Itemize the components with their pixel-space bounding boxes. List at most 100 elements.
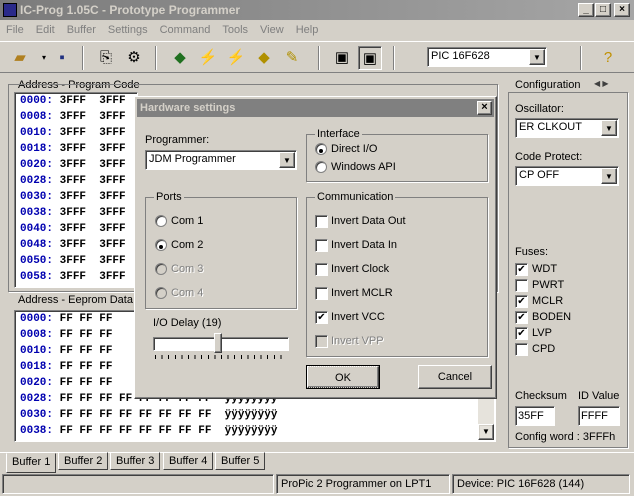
io-delay-label: I/O Delay (19): [153, 317, 222, 329]
oscillator-select[interactable]: ER CLKOUT ▼: [515, 118, 619, 138]
row-values: FF FF FF FF FF FF FF FF ÿÿÿÿÿÿÿÿ: [59, 425, 278, 437]
code-protect-select[interactable]: CP OFF ▼: [515, 166, 619, 186]
tab-buffer-4[interactable]: Buffer 4: [163, 452, 214, 470]
port-radio[interactable]: [155, 287, 167, 299]
comm-label: Invert Data In: [331, 239, 398, 251]
verify-icon[interactable]: ◆: [252, 46, 276, 70]
row-address: 0040:: [20, 223, 54, 235]
read-icon[interactable]: ◆: [168, 46, 192, 70]
config-arrows-icon[interactable]: ◀ ▶: [594, 79, 609, 88]
ports-group: Ports: [145, 191, 297, 309]
row-address: 0058:: [20, 271, 54, 283]
comm-checkbox[interactable]: [315, 215, 328, 228]
row-values: 3FFF 3FFF: [59, 175, 126, 187]
fuse-label: CPD: [532, 343, 556, 355]
maximize-button[interactable]: □: [595, 3, 611, 17]
row-address: 0008:: [20, 329, 54, 341]
port-radio[interactable]: [155, 263, 167, 275]
program-code-grid[interactable]: 0000: 3FFF 3FFF 0008: 3FFF 3FFF 0010: 3FFF…: [14, 92, 138, 288]
port-label: Com 3: [171, 263, 204, 275]
row-address: 0038:: [20, 425, 54, 437]
interface-radio[interactable]: [315, 161, 327, 173]
fuse-checkbox[interactable]: [515, 279, 528, 292]
comm-checkbox[interactable]: [315, 287, 328, 300]
cancel-button[interactable]: Cancel: [418, 365, 492, 389]
ok-button[interactable]: OK: [306, 365, 380, 389]
erase-icon[interactable]: ⚡: [224, 46, 248, 70]
tab-buffer-5[interactable]: Buffer 5: [215, 452, 266, 470]
close-button[interactable]: ×: [614, 3, 630, 17]
menu-edit[interactable]: Edit: [30, 20, 61, 40]
view-hex-icon[interactable]: ▣: [358, 46, 382, 70]
menu-command[interactable]: Command: [154, 20, 217, 40]
comm-checkbox[interactable]: [315, 239, 328, 252]
menu-buffer[interactable]: Buffer: [61, 20, 102, 40]
port-radio[interactable]: [155, 215, 167, 227]
row-address: 0038:: [20, 207, 54, 219]
menu-file[interactable]: File: [0, 20, 30, 40]
row-address: 0008:: [20, 111, 54, 123]
hex-row: 0050: 3FFF 3FFF: [15, 253, 137, 269]
row-values: 3FFF 3FFF: [59, 95, 126, 107]
dialog-close-button[interactable]: ×: [477, 101, 492, 115]
comm-label: Invert VPP: [331, 335, 384, 347]
fuse-label: LVP: [532, 327, 552, 339]
config-word: Config word : 3FFFh: [515, 431, 616, 443]
tab-buffer-3[interactable]: Buffer 3: [110, 452, 161, 470]
hex-row: 0038: 3FFF 3FFF: [15, 205, 137, 221]
status-device: Device: PIC 16F628 (144): [452, 474, 630, 494]
blank-check-icon[interactable]: ✎: [280, 46, 304, 70]
menu-help[interactable]: Help: [290, 20, 325, 40]
buffer-icon[interactable]: ⎘: [94, 46, 118, 70]
id-value-label: ID Value: [578, 390, 620, 402]
id-value-field[interactable]: FFFF: [578, 406, 620, 426]
save-icon[interactable]: ▪: [50, 46, 74, 70]
menu-view[interactable]: View: [254, 20, 290, 40]
row-address: 0050:: [20, 255, 54, 267]
io-delay-thumb[interactable]: [214, 333, 222, 353]
chevron-down-icon[interactable]: ▼: [279, 152, 295, 168]
comm-label: Invert VCC: [331, 311, 385, 323]
tab-buffer-1[interactable]: Buffer 1: [6, 453, 57, 473]
chevron-down-icon[interactable]: ▼: [601, 168, 617, 184]
fuses-label: Fuses:: [515, 246, 549, 258]
row-address: 0010:: [20, 127, 54, 139]
interface-radio[interactable]: [315, 143, 327, 155]
comm-checkbox[interactable]: [315, 263, 328, 276]
row-values: 3FFF 3FFF: [59, 143, 126, 155]
toolbar-separator: [82, 46, 84, 70]
device-select[interactable]: PIC 16F628 ▼: [427, 47, 547, 67]
comm-checkbox[interactable]: [315, 335, 328, 348]
menu-bar: File Edit Buffer Settings Command Tools View He…: [0, 20, 634, 40]
open-file-icon[interactable]: ▰: [8, 46, 32, 70]
menu-settings[interactable]: Settings: [102, 20, 154, 40]
programmer-select[interactable]: JDM Programmer ▼: [145, 150, 297, 170]
chevron-down-icon[interactable]: ▼: [529, 49, 545, 65]
fuse-checkbox[interactable]: ✔: [515, 263, 528, 276]
scroll-down-icon[interactable]: ▼: [478, 424, 494, 440]
menu-tools[interactable]: Tools: [216, 20, 254, 40]
comm-label: Invert Clock: [331, 263, 390, 275]
fuse-checkbox[interactable]: ✔: [515, 295, 528, 308]
comm-checkbox[interactable]: ✔: [315, 311, 328, 324]
port-radio[interactable]: [155, 239, 167, 251]
settings-icon[interactable]: ⚙: [122, 46, 146, 70]
hex-row: 0048: 3FFF 3FFF: [15, 237, 137, 253]
program-icon[interactable]: ⚡: [196, 46, 220, 70]
view-asm-icon[interactable]: ▣: [330, 46, 354, 70]
fuse-checkbox[interactable]: ✔: [515, 327, 528, 340]
row-address: 0010:: [20, 345, 54, 357]
fuse-checkbox[interactable]: ✔: [515, 311, 528, 324]
help-icon[interactable]: ?: [596, 46, 620, 70]
fuse-checkbox[interactable]: [515, 343, 528, 356]
row-values: 3FFF 3FFF: [59, 239, 126, 251]
tab-buffer-2[interactable]: Buffer 2: [58, 452, 109, 470]
hex-row: 0018: 3FFF 3FFF: [15, 141, 137, 157]
row-address: 0018:: [20, 143, 54, 155]
chevron-down-icon[interactable]: ▼: [601, 120, 617, 136]
minimize-button[interactable]: _: [578, 3, 594, 17]
ok-label: OK: [307, 366, 379, 388]
row-values: 3FFF 3FFF: [59, 127, 126, 139]
radio-dot: [159, 245, 163, 249]
dialog-title-bar: Hardware settings ×: [137, 99, 494, 117]
